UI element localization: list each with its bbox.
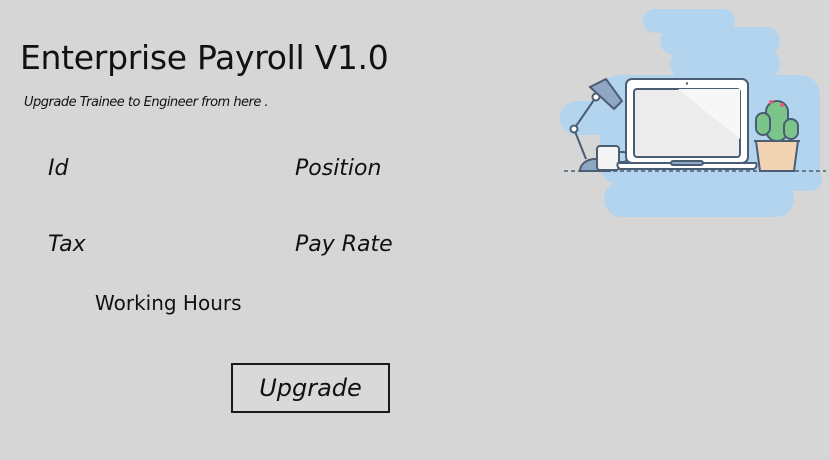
pay-rate-label: Pay Rate [295,232,393,257]
upgrade-button[interactable]: Upgrade [231,363,390,413]
working-hours-label: Working Hours [95,291,242,315]
id-label: Id [48,156,69,181]
page-subtitle: Upgrade Trainee to Engineer from here . [24,95,269,110]
laptop-icon [616,78,758,171]
laptop-desk-illustration [560,9,826,217]
position-label: Position [295,156,382,181]
tax-label: Tax [48,232,86,257]
upgrade-button-label: Upgrade [259,374,362,402]
page-title: Enterprise Payroll V1.0 [20,38,389,77]
